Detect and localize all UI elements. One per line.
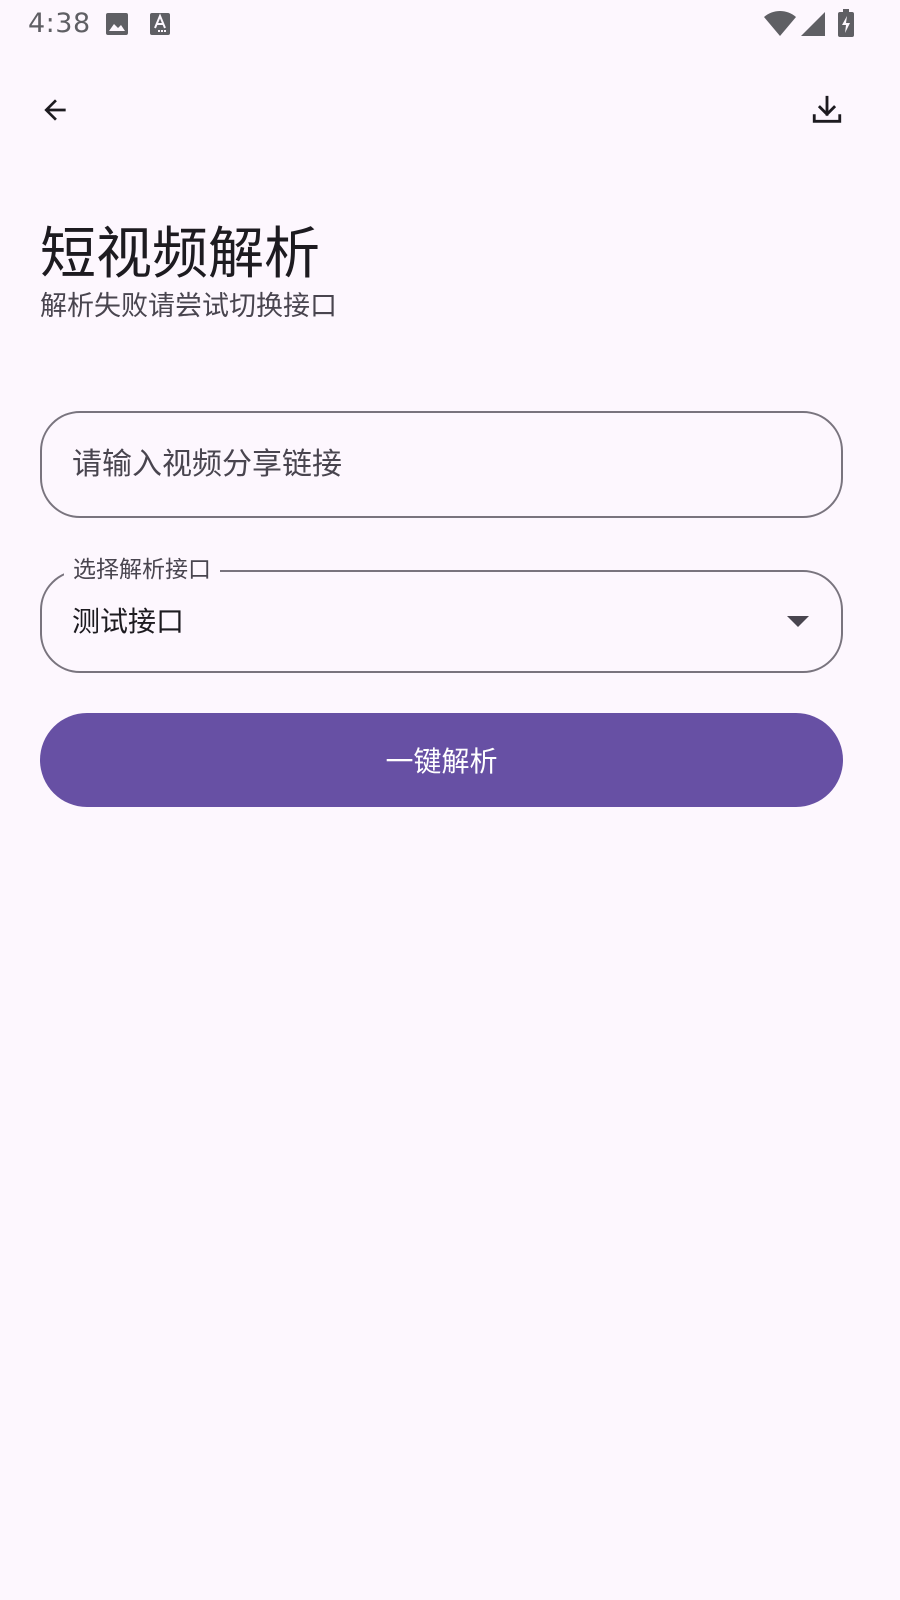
cellular-signal-icon — [801, 12, 825, 36]
text-a-icon — [150, 13, 170, 35]
parse-button-label: 一键解析 — [385, 745, 498, 778]
api-select-label: 选择解析接口 — [64, 555, 220, 585]
api-select-value: 测试接口 — [72, 605, 185, 638]
status-time: 4:38 — [28, 8, 91, 39]
back-button[interactable] — [27, 82, 83, 138]
download-icon — [812, 95, 842, 123]
page-subtitle: 解析失败请尝试切换接口 — [40, 291, 337, 322]
wifi-icon — [764, 11, 796, 36]
api-select-dropdown[interactable]: 选择解析接口 测试接口 — [40, 555, 843, 673]
status-bar: 4:38 — [0, 0, 900, 50]
dropdown-arrow-icon[interactable] — [787, 616, 809, 627]
battery-charging-icon — [838, 9, 854, 37]
video-url-field[interactable] — [40, 411, 843, 518]
page-title: 短视频解析 — [40, 222, 320, 287]
image-icon — [106, 13, 128, 35]
parse-button[interactable]: 一键解析 — [40, 713, 843, 807]
download-button[interactable] — [799, 82, 855, 138]
arrow-back-icon — [44, 99, 66, 121]
video-url-input[interactable] — [72, 413, 802, 516]
